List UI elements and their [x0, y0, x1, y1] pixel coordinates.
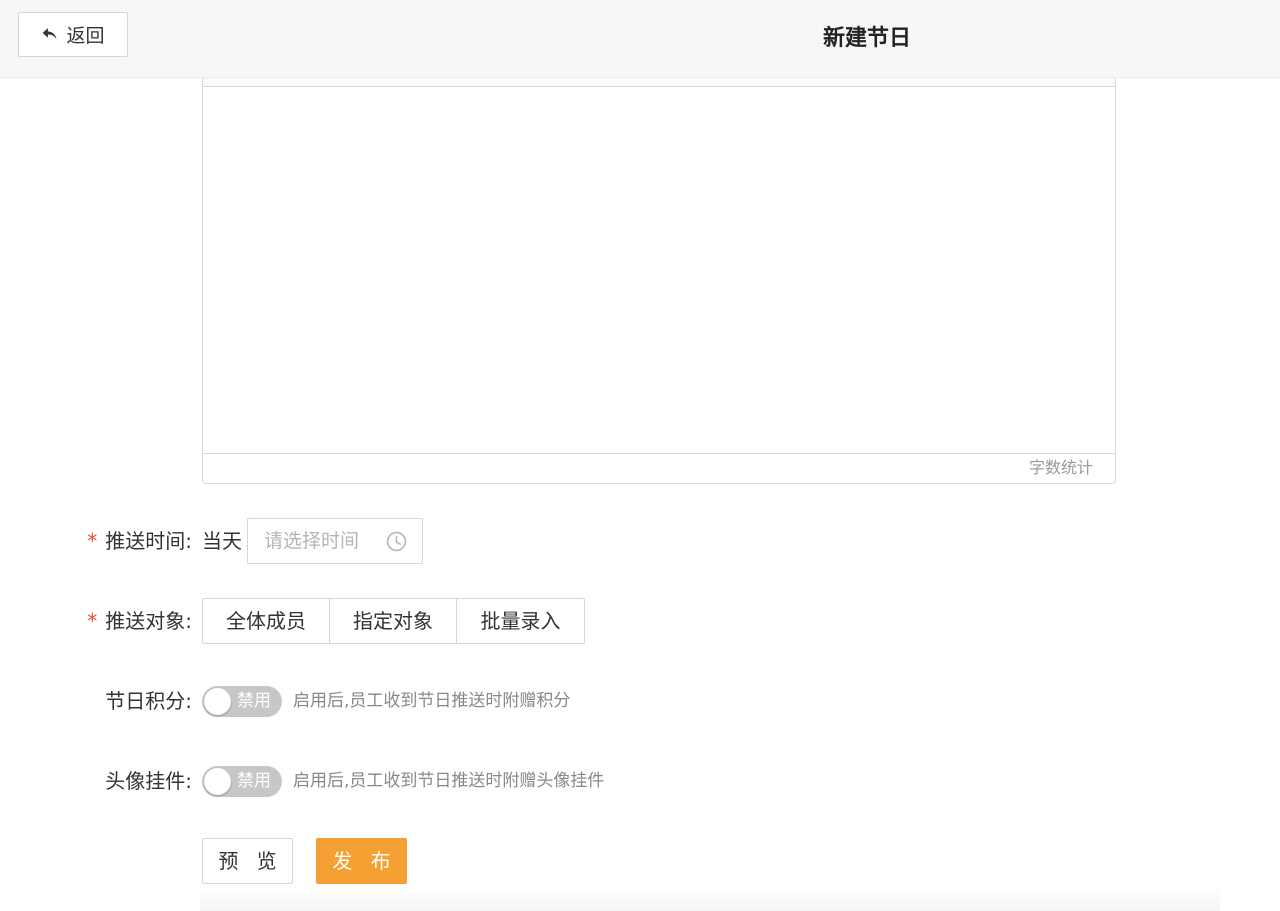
push-target-label: * 推送对象: — [87, 609, 192, 633]
back-button[interactable]: 返回 — [18, 12, 128, 57]
toggle-text: 禁用 — [237, 691, 271, 711]
target-option-batch-import[interactable]: 批量录入 — [457, 599, 584, 643]
push-day-text: 当天 — [202, 529, 242, 553]
push-target-row: * 推送对象: 全体成员 指定对象 批量录入 — [0, 598, 1280, 644]
required-mark: * — [87, 609, 98, 633]
avatar-pendant-row: 头像挂件: 禁用 启用后,员工收到节日推送时附赠头像挂件 — [0, 758, 1280, 804]
back-label: 返回 — [66, 25, 105, 47]
time-placeholder: 请选择时间 — [264, 530, 360, 552]
back-arrow-icon — [43, 28, 57, 40]
time-picker-input[interactable]: 请选择时间 — [247, 518, 423, 564]
toggle-knob — [204, 688, 231, 715]
toggle-knob — [204, 768, 231, 795]
editor-text-area[interactable] — [203, 87, 1115, 453]
action-row: 预 览 发 布 — [0, 838, 1280, 884]
clock-icon — [386, 531, 407, 552]
target-option-all-members[interactable]: 全体成员 — [203, 599, 330, 643]
avatar-pendant-hint: 启用后,员工收到节日推送时附赠头像挂件 — [293, 771, 605, 791]
push-target-options: 全体成员 指定对象 批量录入 — [202, 598, 585, 644]
content-editor: 字数统计 — [202, 78, 1116, 484]
push-time-row: * 推送时间: 当天 请选择时间 — [0, 518, 1280, 564]
holiday-points-label: 节日积分: — [105, 689, 192, 713]
holiday-points-row: 节日积分: 禁用 启用后,员工收到节日推送时附赠积分 — [0, 678, 1280, 724]
bottom-shadow — [200, 886, 1220, 911]
push-time-label: * 推送时间: — [87, 529, 192, 553]
publish-button[interactable]: 发 布 — [316, 838, 407, 884]
holiday-points-toggle[interactable]: 禁用 — [202, 686, 282, 717]
editor-toolbar-edge — [203, 78, 1115, 87]
required-mark: * — [87, 529, 98, 553]
avatar-pendant-label: 头像挂件: — [105, 769, 192, 793]
page-header: 返回 新建节日 — [0, 0, 1280, 78]
avatar-pendant-toggle[interactable]: 禁用 — [202, 766, 282, 797]
preview-button[interactable]: 预 览 — [202, 838, 293, 884]
holiday-points-hint: 启用后,员工收到节日推送时附赠积分 — [293, 691, 571, 711]
toggle-text: 禁用 — [237, 771, 271, 791]
target-option-specified[interactable]: 指定对象 — [330, 599, 457, 643]
word-count: 字数统计 — [203, 453, 1115, 483]
